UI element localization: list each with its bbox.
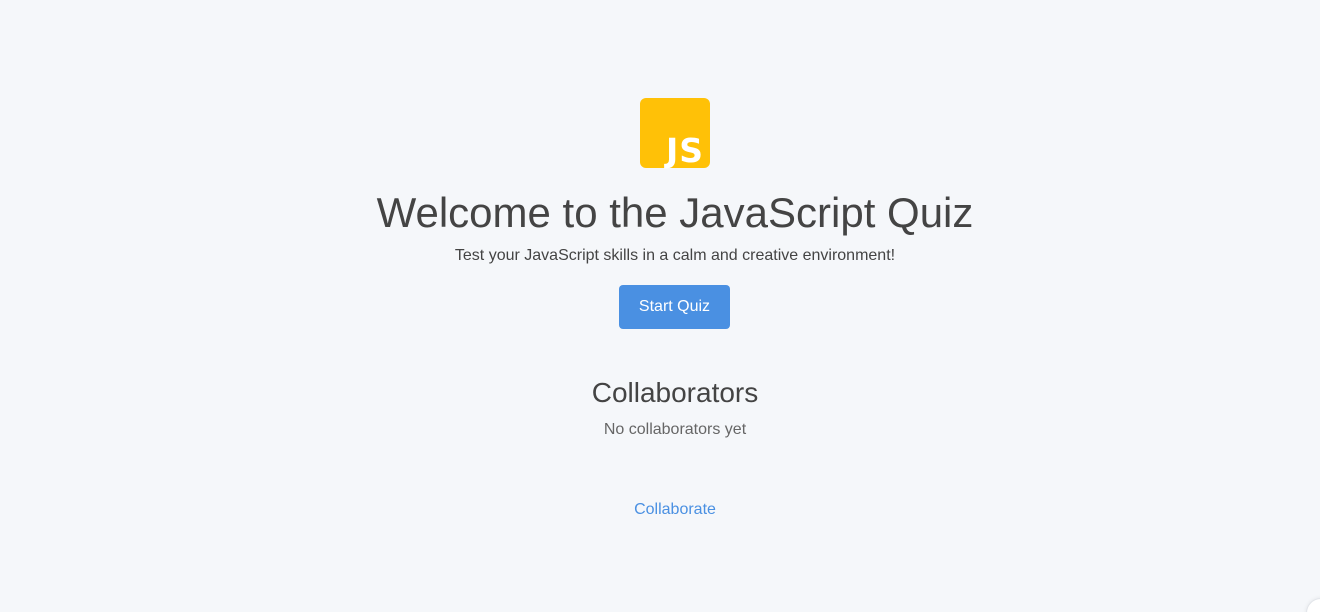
corner-widget-icon[interactable] (1306, 598, 1320, 612)
start-quiz-button[interactable]: Start Quiz (619, 285, 730, 329)
page-title: Welcome to the JavaScript Quiz (376, 189, 974, 236)
page-subtitle: Test your JavaScript skills in a calm an… (454, 247, 896, 264)
collaborators-heading: Collaborators (591, 377, 759, 408)
quiz-welcome-page: JS Welcome to the JavaScript Quiz Test y… (0, 0, 1320, 612)
javascript-logo-icon: JS (640, 98, 710, 168)
collaborate-link-container: Collaborate (0, 500, 1320, 520)
collaborate-link[interactable]: Collaborate (634, 501, 716, 518)
collaborators-empty-text: No collaborators yet (603, 421, 747, 438)
logo-text: JS (665, 131, 704, 170)
